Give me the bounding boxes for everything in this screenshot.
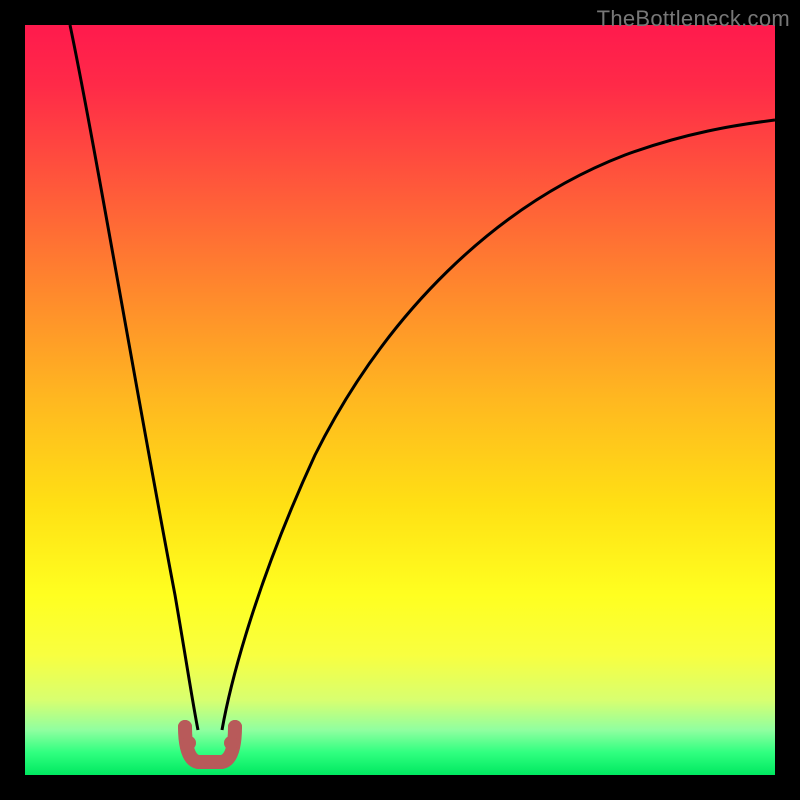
bottleneck-curve bbox=[25, 25, 775, 775]
dip-dot-left-upper bbox=[178, 720, 192, 734]
watermark-text: TheBottleneck.com bbox=[597, 6, 790, 32]
dip-dot-right-upper bbox=[228, 720, 242, 734]
dip-dot-left-lower bbox=[182, 736, 196, 750]
dip-dot-right-lower bbox=[224, 736, 238, 750]
curve-left-branch bbox=[70, 25, 198, 730]
curve-right-branch bbox=[222, 120, 775, 730]
chart-plot-area bbox=[25, 25, 775, 775]
